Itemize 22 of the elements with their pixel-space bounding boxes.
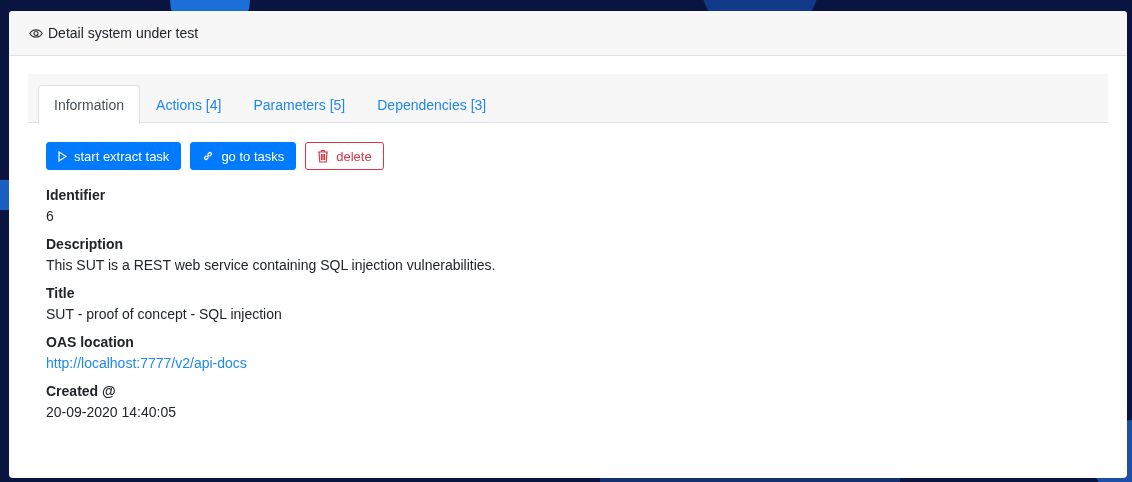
link-icon (202, 150, 215, 162)
action-button[interactable]: go to tasks (190, 142, 297, 170)
eye-icon (29, 27, 43, 39)
trash-icon (317, 149, 330, 163)
field-label: OAS location (46, 334, 134, 350)
card-title: Detail system under test (48, 25, 199, 41)
link[interactable]: http://localhost:7777/v2/api-docs (46, 355, 247, 371)
tab[interactable]: Actions [4] (140, 85, 238, 123)
field-label: Identifier (46, 187, 106, 203)
tab[interactable]: Information (38, 85, 141, 124)
field-value: 20-09-2020 14:40:05 (46, 404, 176, 420)
field-label: Description (46, 236, 123, 252)
action-button[interactable]: start extract task (46, 142, 182, 170)
field-label: Created @ (46, 383, 116, 399)
field-label: Title (46, 285, 75, 301)
field-value: SUT - proof of concept - SQL injection (46, 306, 282, 322)
play-icon (58, 150, 67, 162)
tab[interactable]: Parameters [5] (237, 85, 362, 123)
field-value: This SUT is a REST web service containing SQL injection vulnerabilities. (46, 257, 496, 273)
field-value: 6 (46, 208, 54, 224)
tab[interactable]: Dependencies [3] (361, 85, 503, 123)
delete-button[interactable]: delete (305, 142, 384, 170)
